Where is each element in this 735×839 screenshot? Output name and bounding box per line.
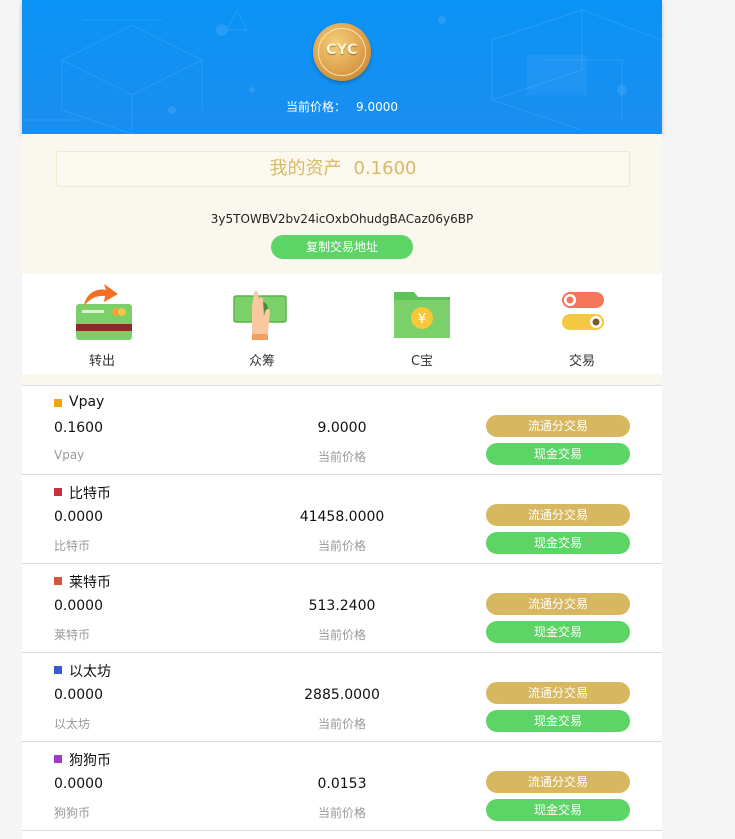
coin-name: 莱特币 [69, 575, 111, 591]
current-price-value: 9.0000 [356, 100, 398, 114]
coin-price-label: 当前价格 [317, 628, 366, 642]
menu-label-transfer-out: 转出 [88, 354, 115, 369]
circulation-trade-button[interactable]: 流通分交易 [486, 682, 630, 704]
coin-price-label: 当前价格 [317, 539, 366, 553]
coin-row-litecoin: 莱特币 0.0000 莱特币 513.2400 当前价格 流通分交易 现金交易 [22, 563, 662, 652]
coin-balance: 0.0000 [54, 509, 103, 525]
coin-row-dogecoin: 狗狗币 0.0000 狗狗币 0.0153 当前价格 流通分交易 现金交易 [22, 741, 662, 831]
coin-price-label: 当前价格 [317, 806, 366, 820]
wallet-address: 3y5TOWBV2bv24icOxbOhudgBACaz06y6BP [210, 212, 474, 226]
my-assets-amount: 0.1600 [353, 158, 417, 179]
menu-label-crowdfunding: 众筹 [248, 354, 275, 369]
svg-text:¥: ¥ [418, 312, 426, 327]
coin-name: 以太坊 [69, 664, 111, 680]
circulation-trade-button[interactable]: 流通分交易 [486, 593, 630, 615]
cash-trade-button[interactable]: 现金交易 [486, 443, 630, 465]
coin-color-marker [54, 488, 62, 496]
coin-price: 513.2400 [308, 598, 376, 614]
cyc-coin-logo: CYC [313, 23, 371, 81]
assets-section: 我的资产 0.1600 3y5TOWBV2bv24icOxbOhudgBACaz0… [22, 134, 662, 274]
menu-label-cbao: C宝 [410, 354, 434, 369]
coin-unit: 狗狗币 [54, 806, 91, 820]
coin-list: Vpay 0.1600 Vpay 9.0000 当前价格 流通分交易 现金交易 … [22, 385, 662, 831]
coin-unit: 比特币 [54, 539, 91, 553]
coin-color-marker [54, 755, 62, 763]
page: CYC 当前价格： 9.0000 我的资产 0.1600 3y5TOWBV2bv24… [22, 0, 662, 839]
circulation-trade-button[interactable]: 流通分交易 [486, 771, 630, 793]
coin-row-bitcoin: 比特币 0.0000 比特币 41458.0000 当前价格 流通分交易 现金交… [22, 474, 662, 563]
coin-row-ethereum: 以太坊 0.0000 以太坊 2885.0000 当前价格 流通分交易 现金交易 [22, 652, 662, 741]
coin-balance: 0.0000 [54, 598, 103, 614]
coin-price-label: 当前价格 [317, 450, 366, 464]
coin-unit: 以太坊 [54, 717, 91, 731]
wallet-folder-yuan-icon: ¥ [394, 292, 450, 338]
price-header: CYC 当前价格： 9.0000 [22, 0, 662, 134]
coin-price: 0.0153 [317, 776, 367, 792]
section-divider [22, 374, 662, 385]
menu-item-trade[interactable]: 交易 [522, 274, 642, 374]
transfer-out-card-icon [76, 284, 132, 340]
circulation-trade-button[interactable]: 流通分交易 [486, 504, 630, 526]
menu-item-crowdfunding[interactable]: ¥ 众筹 [202, 274, 322, 374]
coin-unit: 莱特币 [54, 628, 91, 642]
coin-row-vpay: Vpay 0.1600 Vpay 9.0000 当前价格 流通分交易 现金交易 [22, 385, 662, 474]
coin-name: 狗狗币 [69, 753, 111, 769]
coin-balance: 0.0000 [54, 776, 103, 792]
coin-balance: 0.1600 [54, 420, 103, 436]
coin-price: 2885.0000 [304, 687, 380, 703]
coin-color-marker [54, 577, 62, 585]
menu-item-transfer-out[interactable]: 转出 [42, 274, 162, 374]
coin-price: 41458.0000 [299, 509, 385, 525]
cash-trade-button[interactable]: 现金交易 [486, 710, 630, 732]
coin-color-marker [54, 666, 62, 674]
current-price: 当前价格： 9.0000 [22, 98, 662, 115]
my-assets-label: 我的资产 [269, 158, 342, 179]
current-price-label: 当前价格： [285, 100, 346, 114]
crowdfunding-money-icon: ¥ [233, 291, 287, 340]
trade-toggle-icon [562, 292, 604, 330]
cash-trade-button[interactable]: 现金交易 [486, 621, 630, 643]
menu-item-cbao[interactable]: ¥ C宝 [362, 274, 482, 374]
coin-price-label: 当前价格 [317, 717, 366, 731]
coin-unit: Vpay [54, 448, 85, 462]
copy-address-button[interactable]: 复制交易地址 [271, 235, 413, 259]
coin-name: Vpay [69, 394, 105, 410]
coin-name: 比特币 [69, 486, 111, 502]
cash-trade-button[interactable]: 现金交易 [486, 532, 630, 554]
quick-menu: 转出 ¥ 众筹 ¥ C宝 [22, 274, 662, 374]
coin-price: 9.0000 [317, 420, 367, 436]
coin-color-marker [54, 399, 62, 407]
cash-trade-button[interactable]: 现金交易 [486, 799, 630, 821]
my-assets-box: 我的资产 0.1600 [56, 151, 630, 187]
menu-label-trade: 交易 [568, 354, 595, 369]
circulation-trade-button[interactable]: 流通分交易 [486, 415, 630, 437]
coin-balance: 0.0000 [54, 687, 103, 703]
